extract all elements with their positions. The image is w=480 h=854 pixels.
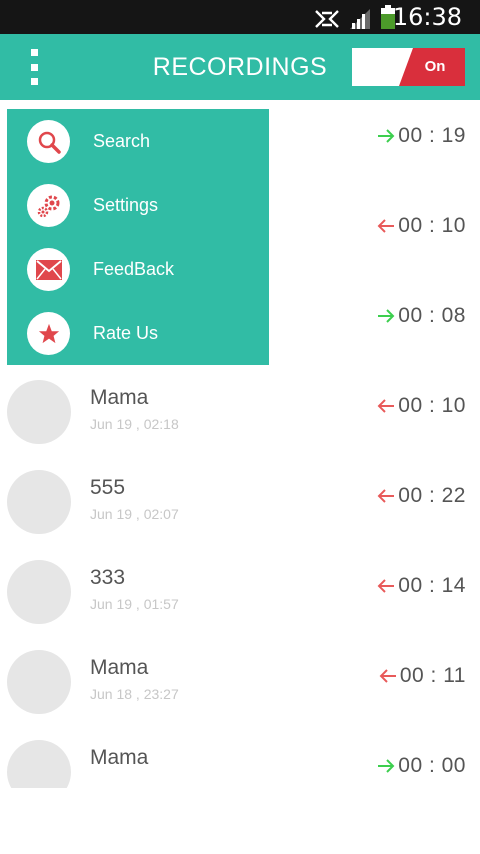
recording-row[interactable]: Mama Jun 18 , 23:27 00 : 11	[0, 640, 480, 730]
duration-text: 00 : 19	[398, 124, 466, 147]
menu-item-search[interactable]: Search	[7, 109, 269, 173]
status-icons	[314, 5, 396, 29]
recording-duration: 00 : 22	[376, 484, 466, 508]
recording-name: 333	[90, 566, 126, 589]
recording-duration: 00 : 19	[376, 124, 466, 148]
recording-row[interactable]: 333 Jun 19 , 01:57 00 : 14	[0, 550, 480, 640]
recording-toggle[interactable]: On	[352, 48, 465, 86]
duration-text: 00 : 08	[398, 304, 466, 327]
recording-date: Jun 19 , 02:07	[90, 506, 179, 522]
avatar	[7, 560, 71, 624]
recording-duration: 00 : 08	[376, 304, 466, 328]
duration-text: 00 : 14	[398, 574, 466, 597]
recording-name: Mama	[90, 386, 149, 409]
incoming-arrow-icon	[377, 399, 395, 413]
menu-item-label: FeedBack	[93, 259, 175, 279]
menu-dot	[30, 49, 38, 56]
mail-icon	[27, 248, 70, 291]
menu-dot	[30, 63, 38, 71]
signal-icon	[350, 9, 370, 29]
menu-item-rate-us[interactable]: Rate Us	[7, 301, 269, 365]
outgoing-arrow-icon	[378, 309, 395, 323]
incoming-arrow-icon	[377, 579, 395, 593]
recording-duration: 00 : 10	[376, 394, 466, 418]
recording-date: Jun 19 , 01:57	[90, 596, 179, 612]
recording-date: Jun 19 , 02:18	[90, 416, 179, 432]
menu-item-label: Rate Us	[93, 323, 159, 343]
duration-text: 00 : 10	[398, 394, 466, 417]
no-sim-icon	[315, 10, 339, 28]
status-bar: 16:38	[0, 0, 480, 34]
avatar	[7, 380, 71, 444]
incoming-arrow-icon	[377, 489, 395, 503]
duration-text: 00 : 10	[398, 214, 466, 237]
duration-text: 00 : 00	[398, 754, 466, 777]
incoming-arrow-icon	[377, 219, 395, 233]
menu-dot	[30, 78, 38, 85]
menu-item-label: Search	[93, 131, 151, 151]
recording-name: Mama	[90, 746, 149, 769]
duration-text: 00 : 22	[398, 484, 466, 507]
avatar	[7, 650, 71, 714]
recording-duration: 00 : 14	[376, 574, 466, 598]
avatar	[7, 470, 71, 534]
recording-row[interactable]: Mama Jun 19 , 02:18 00 : 10	[0, 370, 480, 460]
recording-row[interactable]: 555 Jun 19 , 02:07 00 : 22	[0, 460, 480, 550]
gear-icon	[27, 184, 70, 227]
recording-duration: 00 : 10	[376, 214, 466, 238]
recording-name: 555	[90, 476, 126, 499]
menu-item-settings[interactable]: Settings	[7, 173, 269, 237]
app-header: RECORDINGS On	[0, 34, 480, 100]
incoming-arrow-icon	[379, 669, 396, 683]
menu-item-label: Settings	[93, 195, 159, 215]
toggle-label: On	[424, 58, 446, 75]
bottom-blank-area	[0, 788, 480, 854]
star-icon	[27, 312, 70, 355]
recording-name: Mama	[90, 656, 149, 679]
overflow-menu-button[interactable]	[22, 49, 46, 85]
avatar	[7, 740, 71, 788]
recording-duration: 00 : 11	[378, 664, 466, 688]
recording-row[interactable]: Mama 00 : 00	[0, 730, 480, 788]
recording-date: Jun 18 , 23:27	[90, 686, 179, 702]
overflow-menu: Search Settings FeedBack Rate Us	[7, 109, 269, 365]
status-time: 16:38	[392, 3, 462, 31]
recording-duration: 00 : 00	[376, 754, 466, 778]
search-icon	[27, 120, 70, 163]
outgoing-arrow-icon	[378, 129, 395, 143]
menu-item-feedback[interactable]: FeedBack	[7, 237, 269, 301]
outgoing-arrow-icon	[378, 759, 395, 773]
duration-text: 00 : 11	[399, 664, 466, 687]
